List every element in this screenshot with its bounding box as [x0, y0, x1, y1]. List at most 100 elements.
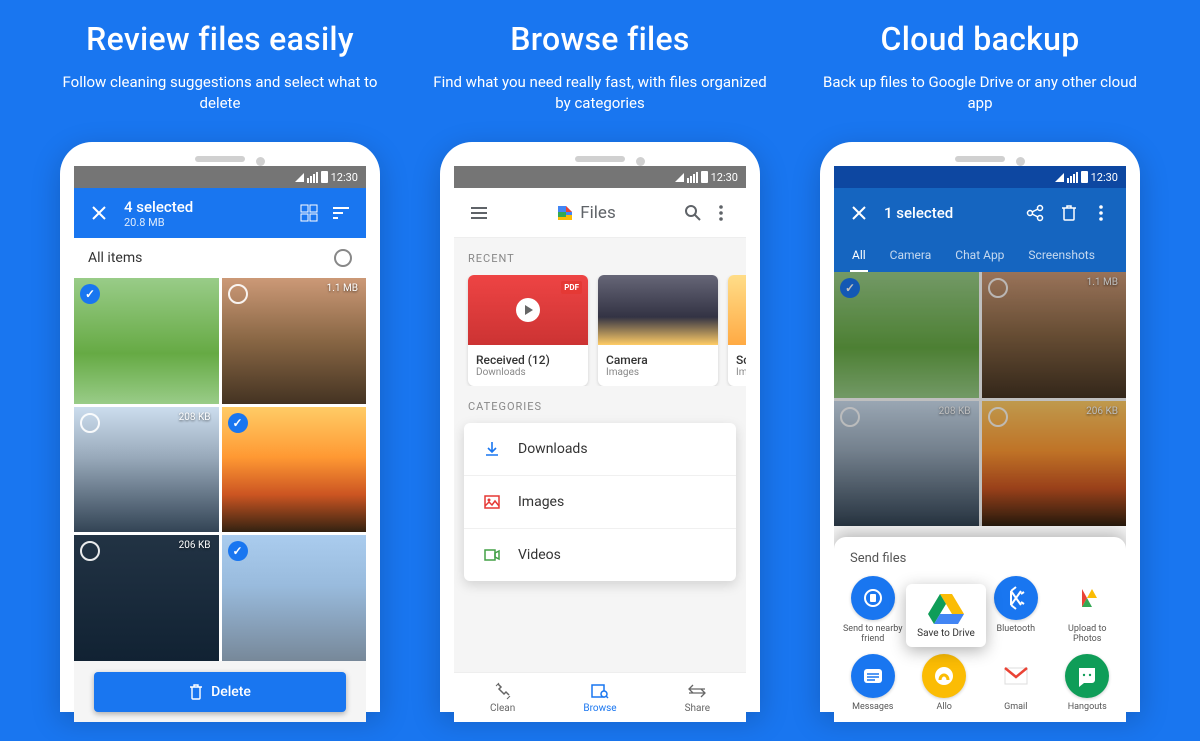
- share-app-label: Send to nearby friend: [842, 624, 904, 644]
- image-tile[interactable]: [834, 272, 979, 398]
- image-tile[interactable]: 1.1 MB: [222, 278, 367, 404]
- tile-checkbox[interactable]: [840, 278, 860, 298]
- recent-label: RECENT: [454, 238, 746, 275]
- google-drive-icon: [928, 592, 964, 624]
- nav-label: Share: [685, 703, 710, 714]
- tile-checkbox[interactable]: [228, 284, 248, 304]
- card-sub: Downloads: [476, 367, 580, 378]
- more-icon[interactable]: [1090, 202, 1112, 224]
- nav-share[interactable]: Share: [649, 673, 746, 722]
- tile-size: 208 KB: [939, 406, 971, 417]
- share-sheet: Send files Save to Drive Send to nearby …: [834, 537, 1126, 722]
- image-tile[interactable]: 208 KB: [834, 401, 979, 527]
- phone-frame: 12:30 4 selected20.8 MB All items 1.1 MB…: [60, 142, 380, 712]
- tile-size: 206 KB: [179, 540, 211, 551]
- close-icon[interactable]: [88, 202, 110, 224]
- share-app-label: Gmail: [1004, 702, 1027, 712]
- drive-label: Save to Drive: [917, 628, 975, 639]
- menu-icon[interactable]: [468, 202, 490, 224]
- category-label: Videos: [518, 547, 561, 563]
- nav-label: Browse: [583, 703, 616, 714]
- share-target[interactable]: Upload to Photos: [1057, 576, 1119, 644]
- recent-card[interactable]: CameraImages: [598, 275, 718, 386]
- share-target[interactable]: Messages: [842, 654, 904, 712]
- select-all-checkbox[interactable]: [334, 249, 352, 267]
- share-icon[interactable]: [1024, 202, 1046, 224]
- sort-icon[interactable]: [330, 202, 352, 224]
- more-icon[interactable]: [710, 202, 732, 224]
- recent-card[interactable]: PDFReceived (12)Downloads: [468, 275, 588, 386]
- panel-title: Cloud backup: [881, 20, 1080, 58]
- image-tile[interactable]: 206 KB: [982, 401, 1127, 527]
- share-target[interactable]: Bluetooth: [985, 576, 1047, 644]
- filter-row[interactable]: All items: [74, 238, 366, 278]
- selected-count: 4 selected: [124, 198, 298, 216]
- panel-title: Browse files: [510, 20, 689, 58]
- share-app-label: Allo: [937, 702, 952, 712]
- main-appbar: Files: [454, 188, 746, 238]
- share-target[interactable]: Allo: [914, 654, 976, 712]
- save-to-drive-popup[interactable]: Save to Drive: [906, 584, 986, 647]
- image-tile[interactable]: 208 KB: [74, 407, 219, 533]
- share-app-label: Messages: [852, 702, 893, 712]
- share-app-icon: [851, 576, 895, 620]
- image-tile[interactable]: [74, 278, 219, 404]
- search-icon[interactable]: [682, 202, 704, 224]
- panel-subtitle: Find what you need really fast, with fil…: [420, 72, 780, 114]
- nav-label: Clean: [490, 703, 515, 714]
- share-app-icon: [994, 654, 1038, 698]
- share-target[interactable]: Gmail: [985, 654, 1047, 712]
- category-row[interactable]: Downloads: [464, 423, 736, 476]
- nav-clean[interactable]: Clean: [454, 673, 551, 722]
- share-target[interactable]: Send to nearby friend: [842, 576, 904, 644]
- tile-checkbox[interactable]: [228, 541, 248, 561]
- tab-camera[interactable]: Camera: [878, 238, 944, 272]
- tile-size: 208 KB: [179, 412, 211, 423]
- share-app-icon: [851, 654, 895, 698]
- tile-checkbox[interactable]: [840, 407, 860, 427]
- share-target[interactable]: Hangouts: [1057, 654, 1119, 712]
- download-icon: [482, 439, 502, 459]
- status-bar: 12:30: [834, 166, 1126, 188]
- panel-title: Review files easily: [86, 20, 354, 58]
- tile-checkbox[interactable]: [988, 278, 1008, 298]
- phone-frame: 12:30 1 selected AllCameraChat AppScreen…: [820, 142, 1140, 712]
- video-icon: [482, 545, 502, 565]
- files-logo-icon: [556, 204, 574, 222]
- delete-button[interactable]: Delete: [94, 672, 346, 712]
- category-label: Downloads: [518, 441, 588, 457]
- tab-all[interactable]: All: [840, 238, 878, 272]
- image-tile[interactable]: 1.1 MB: [982, 272, 1127, 398]
- selected-count: 1 selected: [884, 204, 1024, 222]
- tile-checkbox[interactable]: [988, 407, 1008, 427]
- tile-checkbox[interactable]: [80, 284, 100, 304]
- status-time: 12:30: [711, 171, 738, 184]
- card-name: Camera: [606, 353, 710, 367]
- image-tile[interactable]: [222, 535, 367, 661]
- category-row[interactable]: Images: [464, 476, 736, 529]
- nav-browse[interactable]: Browse: [551, 673, 648, 722]
- panel-browse: Browse files Find what you need really f…: [420, 20, 780, 741]
- image-tile[interactable]: 206 KB: [74, 535, 219, 661]
- close-icon[interactable]: [848, 202, 870, 224]
- tab-chat-app[interactable]: Chat App: [943, 238, 1016, 272]
- status-time: 12:30: [1091, 171, 1118, 184]
- grid-view-icon[interactable]: [298, 202, 320, 224]
- tile-checkbox[interactable]: [80, 413, 100, 433]
- card-sub: Images: [736, 367, 746, 378]
- selection-appbar: 4 selected20.8 MB: [74, 188, 366, 238]
- category-row[interactable]: Videos: [464, 529, 736, 581]
- tile-checkbox[interactable]: [80, 541, 100, 561]
- card-name: Received (12): [476, 353, 580, 367]
- status-time: 12:30: [331, 171, 358, 184]
- share-app-icon: [922, 654, 966, 698]
- tab-screenshots[interactable]: Screenshots: [1016, 238, 1106, 272]
- image-tile[interactable]: [222, 407, 367, 533]
- recent-card[interactable]: ScreenImages: [728, 275, 746, 386]
- category-label: Images: [518, 494, 564, 510]
- selected-size: 20.8 MB: [124, 216, 298, 229]
- share-app-icon: [1065, 576, 1109, 620]
- trash-icon[interactable]: [1058, 202, 1080, 224]
- tile-checkbox[interactable]: [228, 413, 248, 433]
- share-app-icon: [1065, 654, 1109, 698]
